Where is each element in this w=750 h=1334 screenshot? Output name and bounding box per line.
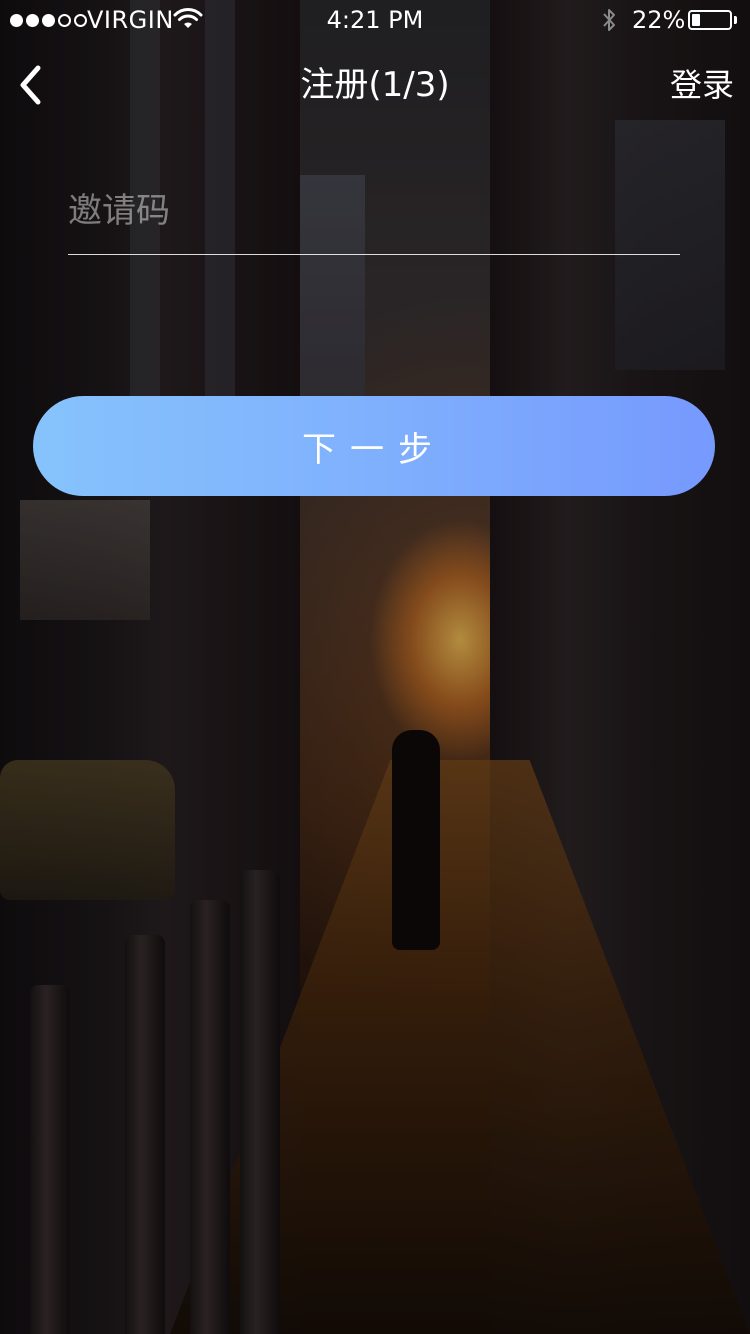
battery-percentage: 22%	[632, 6, 686, 34]
status-bar: VIRGIN 4:21 PM 22%	[0, 0, 750, 40]
invite-code-field	[68, 180, 680, 255]
next-step-button[interactable]: 下一步	[33, 396, 715, 496]
navigation-bar: 注册(1/3) 登录	[0, 40, 750, 130]
page-title: 注册(1/3)	[300, 65, 450, 105]
invite-code-input[interactable]	[68, 180, 680, 242]
battery-level	[692, 14, 700, 26]
battery-icon	[688, 10, 732, 30]
bluetooth-icon	[603, 9, 615, 31]
login-button[interactable]: 登录	[670, 64, 734, 106]
battery-tip	[734, 16, 737, 24]
